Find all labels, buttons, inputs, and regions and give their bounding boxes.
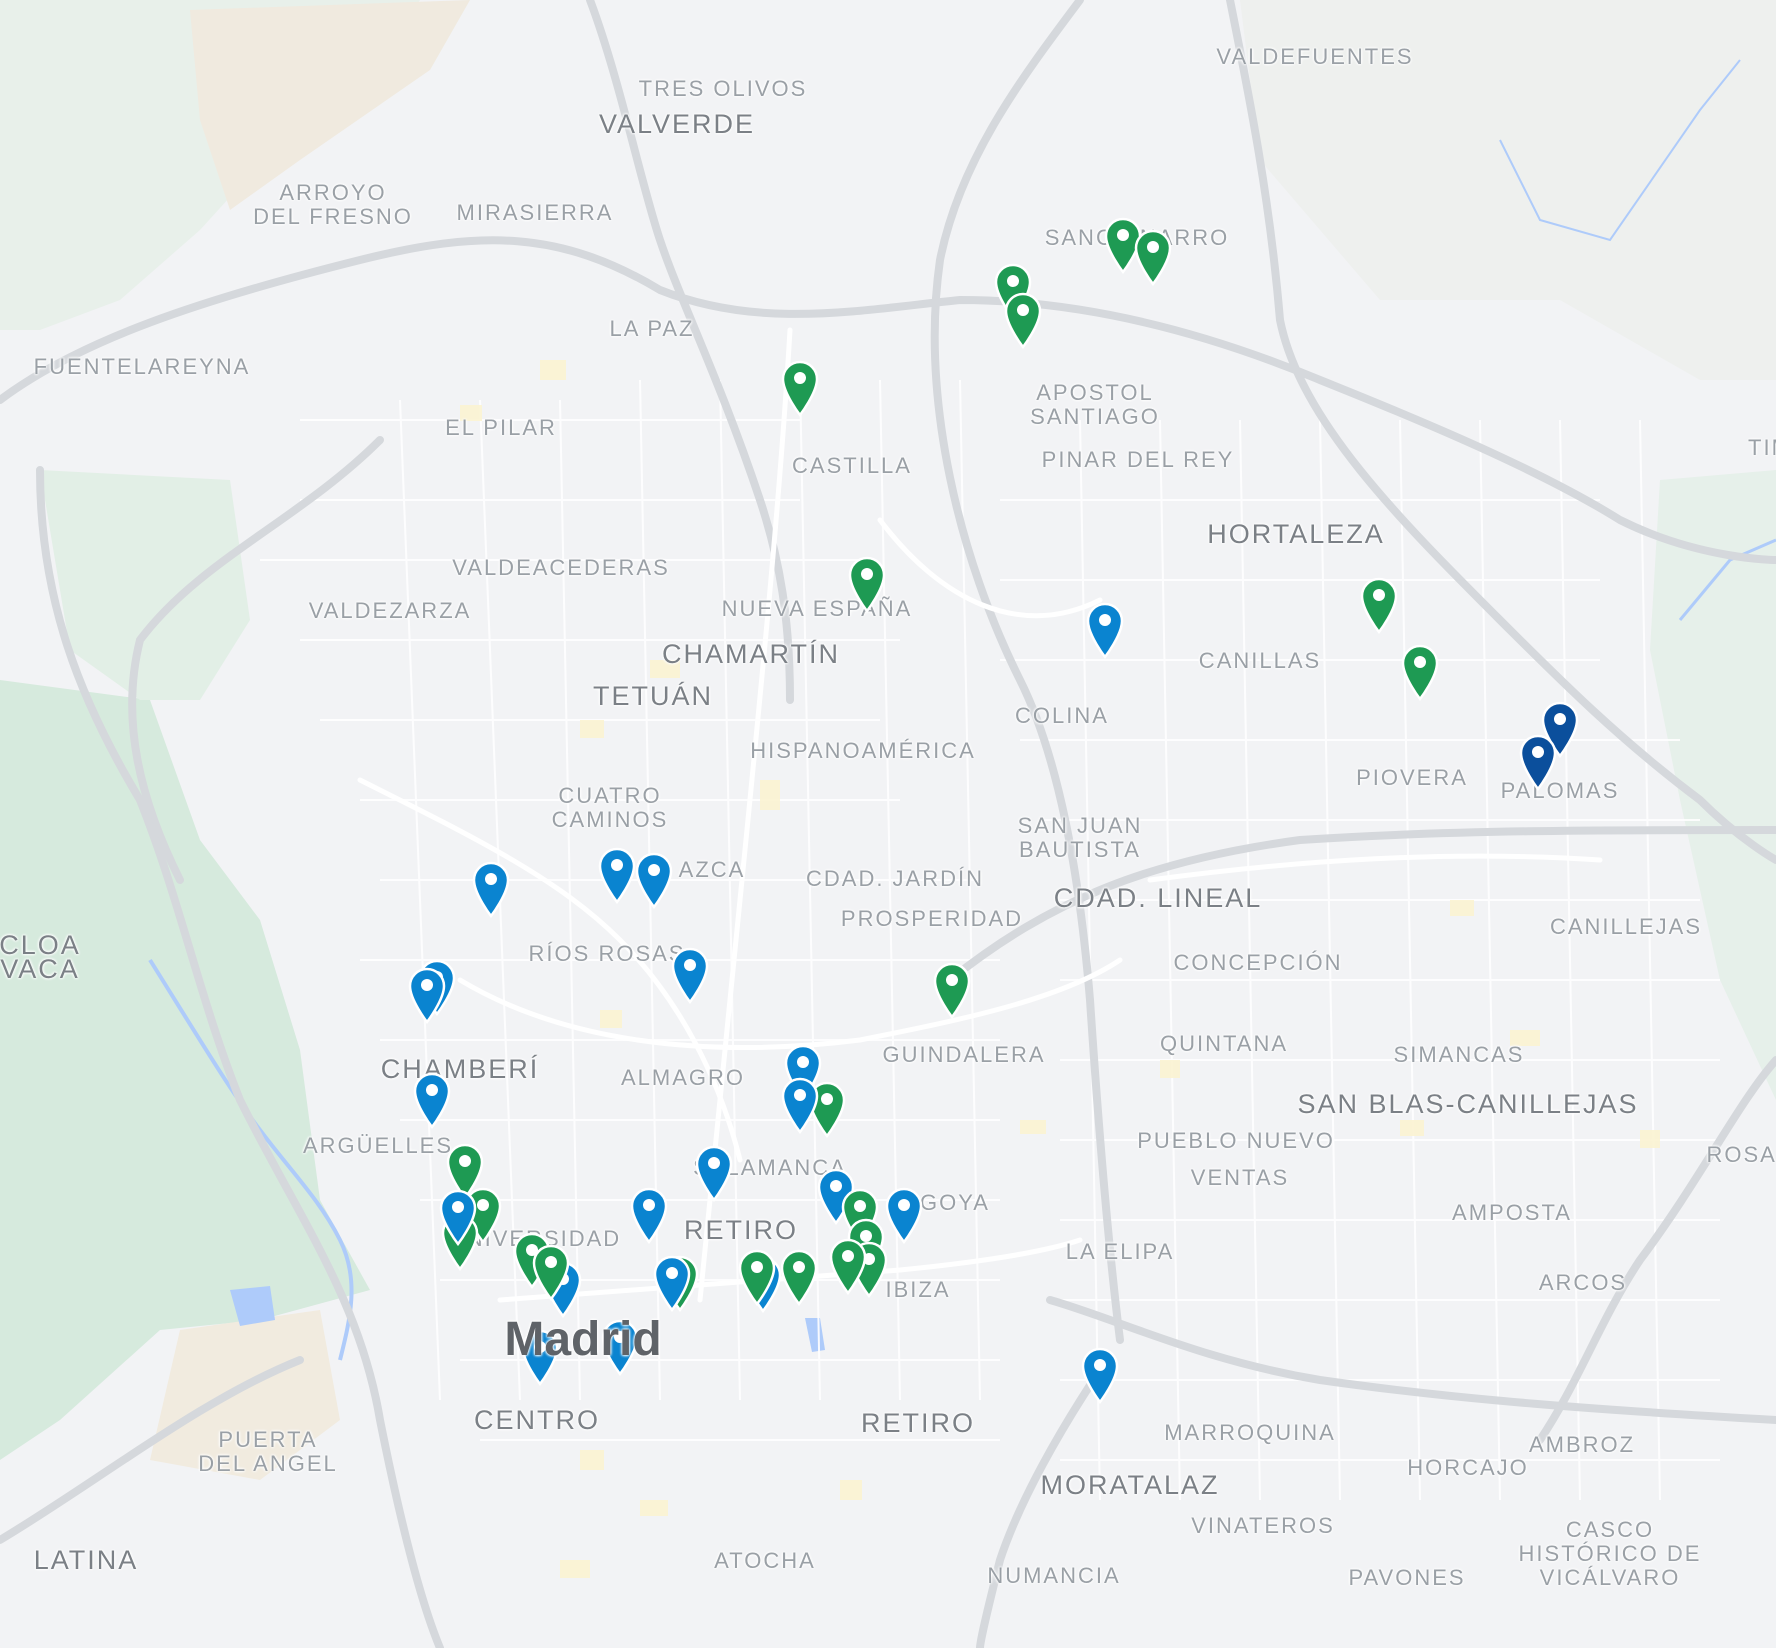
map-marker-blue-icon[interactable]	[1085, 601, 1125, 659]
area-label: MARROQUINA	[1164, 1420, 1336, 1445]
map-marker-navy-icon[interactable]	[1518, 733, 1558, 791]
map-marker-green-icon[interactable]	[779, 1248, 819, 1306]
map-marker-blue-icon[interactable]	[652, 1254, 692, 1312]
map-marker-green-icon[interactable]	[932, 961, 972, 1019]
area-label: CDAD. JARDÍN	[805, 866, 985, 891]
map-marker-blue-icon[interactable]	[634, 851, 674, 909]
area-label: VALDEACEDERAS	[452, 555, 670, 580]
map-marker-blue-icon[interactable]	[597, 846, 637, 904]
map-marker-green-icon[interactable]	[847, 555, 887, 613]
area-label: CANILLAS	[1198, 648, 1322, 673]
map-marker-green-icon[interactable]	[1359, 576, 1399, 634]
area-label: SIMANCAS	[1393, 1042, 1525, 1067]
area-label: CANILLEJAS	[1549, 914, 1703, 939]
area-label: FUENTELAREYNA	[33, 354, 251, 379]
area-label: PIOVERA	[1356, 765, 1468, 790]
area-label: RÍOS ROSAS	[528, 941, 686, 966]
area-label: TETUÁN	[593, 681, 713, 711]
city-label: Madrid	[504, 1313, 662, 1366]
map-marker-blue-icon[interactable]	[884, 1186, 924, 1244]
area-label: ALMAGRO	[620, 1065, 746, 1090]
area-label: ARCOS	[1538, 1270, 1628, 1295]
area-label: GOYA	[920, 1190, 990, 1215]
area-label: MORATALAZ	[1040, 1470, 1220, 1500]
area-label: CASCO HISTÓRICO DE VICÁLVARO	[1518, 1517, 1702, 1590]
map-marker-green-icon[interactable]	[531, 1243, 571, 1301]
area-label: PUEBLO NUEVO	[1137, 1128, 1335, 1153]
highway-northwest	[586, 0, 794, 704]
area-label: COLINA	[1015, 703, 1109, 728]
map-marker-blue-icon[interactable]	[407, 966, 447, 1024]
map-marker-blue-icon[interactable]	[438, 1188, 478, 1246]
area-label: PAVONES	[1348, 1565, 1466, 1590]
map-marker-blue-icon[interactable]	[670, 946, 710, 1004]
area-label: VALVERDE	[598, 109, 756, 139]
area-label: PROSPERIDAD	[840, 906, 1024, 931]
area-label: ARROYO DEL FRESNO	[253, 180, 413, 229]
area-label: VINATEROS	[1191, 1513, 1335, 1538]
map-marker-green-icon[interactable]	[1133, 228, 1173, 286]
park-area	[190, 0, 470, 210]
area-label: AMPOSTA	[1452, 1200, 1572, 1225]
area-label: SAN JUAN BAUTISTA	[1017, 813, 1143, 862]
map-marker-green-icon[interactable]	[828, 1237, 868, 1295]
area-label: EL PILAR	[445, 415, 557, 440]
area-label: NUMANCIA	[987, 1563, 1121, 1588]
area-label: APOSTOL SANTIAGO	[1030, 380, 1160, 429]
area-label: PUERTA DEL ANGEL	[198, 1427, 338, 1476]
area-label: AZCA	[678, 857, 746, 882]
area-label: TRES OLIVOS	[638, 76, 808, 101]
area-label: HORTALEZA	[1207, 519, 1385, 549]
area-label: RETIRO	[683, 1215, 799, 1245]
area-label: CHAMBERÍ	[380, 1054, 540, 1084]
area-label: CDAD. LINEAL	[1053, 883, 1263, 913]
area-label: CONCEPCIÓN	[1173, 950, 1343, 975]
map-canvas[interactable]: VALDEFUENTES TRES OLIVOS VALVERDE ARROYO DE…	[0, 0, 1776, 1648]
area-label: CHAMARTÍN	[661, 639, 841, 669]
map-marker-green-icon[interactable]	[1400, 643, 1440, 701]
area-label: LA PAZ	[609, 316, 695, 341]
map-marker-blue-icon[interactable]	[412, 1071, 452, 1129]
main-avenue	[877, 517, 1103, 619]
area-label: QUINTANA	[1159, 1031, 1289, 1056]
area-label: LATINA	[33, 1545, 139, 1575]
area-label: HISPANOAMÉRICA	[750, 738, 976, 763]
area-label: LA ELIPA	[1065, 1239, 1175, 1264]
map-marker-green-icon[interactable]	[1003, 291, 1043, 349]
highway-m30-south	[1046, 1296, 1776, 1424]
area-label: VALDEFUENTES	[1216, 44, 1414, 69]
area-label: IBIZA	[885, 1277, 951, 1302]
map-marker-blue-icon[interactable]	[629, 1186, 669, 1244]
map-background	[0, 0, 1776, 1648]
area-label: AMBROZ	[1528, 1432, 1636, 1457]
map-marker-blue-icon[interactable]	[780, 1076, 820, 1134]
map-marker-green-icon[interactable]	[780, 359, 820, 417]
main-avenue	[457, 957, 1123, 1050]
map-marker-green-icon[interactable]	[737, 1248, 777, 1306]
map-marker-blue-icon[interactable]	[694, 1144, 734, 1202]
map-marker-blue-icon[interactable]	[471, 860, 511, 918]
area-label: CLOA VACA	[0, 930, 81, 984]
area-label: ATOCHA	[714, 1548, 816, 1573]
area-label: MIRASIERRA	[456, 200, 614, 225]
highway-a3	[976, 1366, 1104, 1648]
park-area	[1650, 470, 1776, 1100]
area-label: ROSAS	[1706, 1142, 1776, 1167]
area-label: TIM	[1748, 435, 1776, 460]
area-label: RETIRO	[860, 1408, 976, 1438]
water	[805, 1318, 825, 1352]
area-label: CENTRO	[474, 1405, 600, 1435]
area-label: HORCAJO	[1407, 1455, 1529, 1480]
area-label: SAN BLAS-CANILLEJAS	[1297, 1089, 1639, 1119]
map-marker-blue-icon[interactable]	[1080, 1346, 1120, 1404]
area-label: VENTAS	[1190, 1165, 1290, 1190]
area-label: GUINDALERA	[882, 1042, 1046, 1067]
area-label: CASTILLA	[792, 453, 912, 478]
area-label: PINAR DEL REY	[1041, 447, 1235, 472]
area-label: VALDEZARZA	[308, 598, 472, 623]
area-label: CUATRO CAMINOS	[551, 783, 669, 832]
area-label: ARGÜELLES	[302, 1133, 454, 1158]
main-avenue	[1147, 853, 1603, 883]
